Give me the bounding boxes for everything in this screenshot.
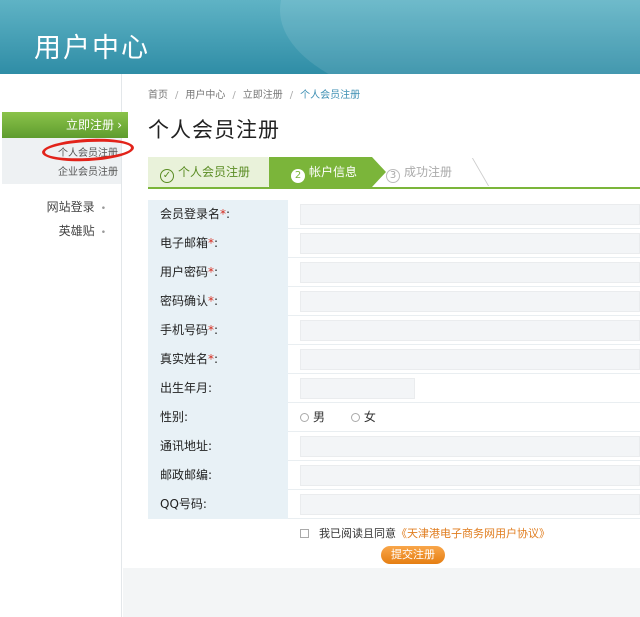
sidebar-item-register[interactable]: 立即注册 ›: [2, 112, 128, 138]
confirm-password-input[interactable]: [300, 291, 640, 312]
chevron-right-icon: ›: [117, 118, 122, 132]
qq-input[interactable]: [300, 494, 640, 515]
step-number: 2: [291, 169, 305, 183]
form-row-postcode: 邮政邮编:: [148, 461, 640, 490]
real-name-input[interactable]: [300, 349, 640, 370]
breadcrumb-current: 个人会员注册: [300, 90, 361, 101]
user-agreement-link[interactable]: 《天津港电子商务网用户协议》: [396, 527, 550, 540]
radio-button[interactable]: [350, 413, 360, 422]
qq-label: QQ号码:: [148, 490, 288, 519]
breadcrumb-user-center[interactable]: 用户中心: [185, 90, 225, 101]
mobile-label: 手机号码*:: [148, 316, 288, 345]
address-label: 通讯地址:: [148, 432, 288, 461]
sidebar-item-label: 网站登录: [46, 200, 95, 214]
header-banner: 用户中心: [0, 0, 640, 74]
confirm-password-label: 密码确认*:: [148, 287, 288, 316]
step-account-info: 2 帐户信息: [269, 157, 372, 187]
agree-text: 我已阅读且同意: [319, 527, 396, 540]
sidebar-item-company-register[interactable]: 企业会员注册: [2, 163, 118, 178]
birthdate-input[interactable]: [300, 378, 415, 399]
header-title: 用户中心: [34, 33, 150, 64]
registration-steps: ✓ 个人会员注册 2 帐户信息 3 成功注册: [148, 157, 640, 189]
birthdate-label: 出生年月:: [148, 374, 288, 403]
submit-register-button[interactable]: 提交注册: [381, 546, 445, 564]
gender-radio-group: 男 女: [300, 403, 398, 432]
agree-checkbox[interactable]: [300, 529, 309, 538]
form-row-confirm-password: 密码确认*:: [148, 287, 640, 316]
step-number: 3: [386, 169, 400, 183]
gender-option-male[interactable]: 男: [300, 410, 325, 424]
password-input[interactable]: [300, 262, 640, 283]
step-label: 帐户信息: [309, 165, 358, 179]
form-row-password: 用户密码*:: [148, 258, 640, 287]
breadcrumb: 首页 / 用户中心 / 立即注册 / 个人会员注册: [148, 86, 360, 101]
postcode-label: 邮政邮编:: [148, 461, 288, 490]
form-row-real-name: 真实姓名*:: [148, 345, 640, 374]
breadcrumb-separator: /: [175, 90, 179, 101]
gender-label: 性别:: [148, 403, 288, 432]
breadcrumb-separator: /: [289, 90, 294, 101]
step-label: 成功注册: [404, 165, 453, 179]
step-label: 个人会员注册: [178, 165, 251, 179]
bullet-icon: •: [100, 204, 106, 214]
sidebar-item-hero-post[interactable]: 英雄贴 •: [0, 222, 106, 239]
breadcrumb-home[interactable]: 首页: [148, 90, 168, 101]
breadcrumb-register[interactable]: 立即注册: [243, 90, 283, 101]
step-arrow: [372, 157, 386, 187]
agreement-row: 我已阅读且同意《天津港电子商务网用户协议》: [300, 525, 550, 541]
username-label: 会员登录名*:: [148, 200, 288, 229]
form-row-username: 会员登录名*:: [148, 200, 640, 229]
step-personal-register: ✓ 个人会员注册: [148, 157, 268, 187]
sidebar-item-label: 立即注册: [65, 118, 114, 132]
form-row-address: 通讯地址:: [148, 432, 640, 461]
step-check-icon: ✓: [160, 169, 174, 183]
page-title: 个人会员注册: [148, 118, 280, 142]
bullet-icon: •: [100, 228, 106, 238]
password-label: 用户密码*:: [148, 258, 288, 287]
registration-form: 会员登录名*: 电子邮箱*: 用户密码*: 密码确认*: 手机号码*: 真实姓名…: [148, 200, 640, 568]
email-label: 电子邮箱*:: [148, 229, 288, 258]
address-input[interactable]: [300, 436, 640, 457]
mobile-input[interactable]: [300, 320, 640, 341]
form-row-email: 电子邮箱*:: [148, 229, 640, 258]
form-row-gender: 性别: 男 女: [148, 403, 640, 432]
form-row-birthdate: 出生年月:: [148, 374, 640, 403]
form-row-mobile: 手机号码*:: [148, 316, 640, 345]
gender-option-female[interactable]: 女: [350, 410, 376, 424]
footer-band: [123, 568, 640, 617]
radio-button[interactable]: [300, 413, 309, 422]
form-row-qq: QQ号码:: [148, 490, 640, 519]
username-input[interactable]: [300, 204, 640, 225]
email-input[interactable]: [300, 233, 640, 254]
sidebar-item-label: 英雄贴: [58, 224, 95, 238]
sidebar-item-site-login[interactable]: 网站登录 •: [0, 198, 106, 215]
postcode-input[interactable]: [300, 465, 640, 486]
breadcrumb-separator: /: [232, 90, 236, 101]
real-name-label: 真实姓名*:: [148, 345, 288, 374]
